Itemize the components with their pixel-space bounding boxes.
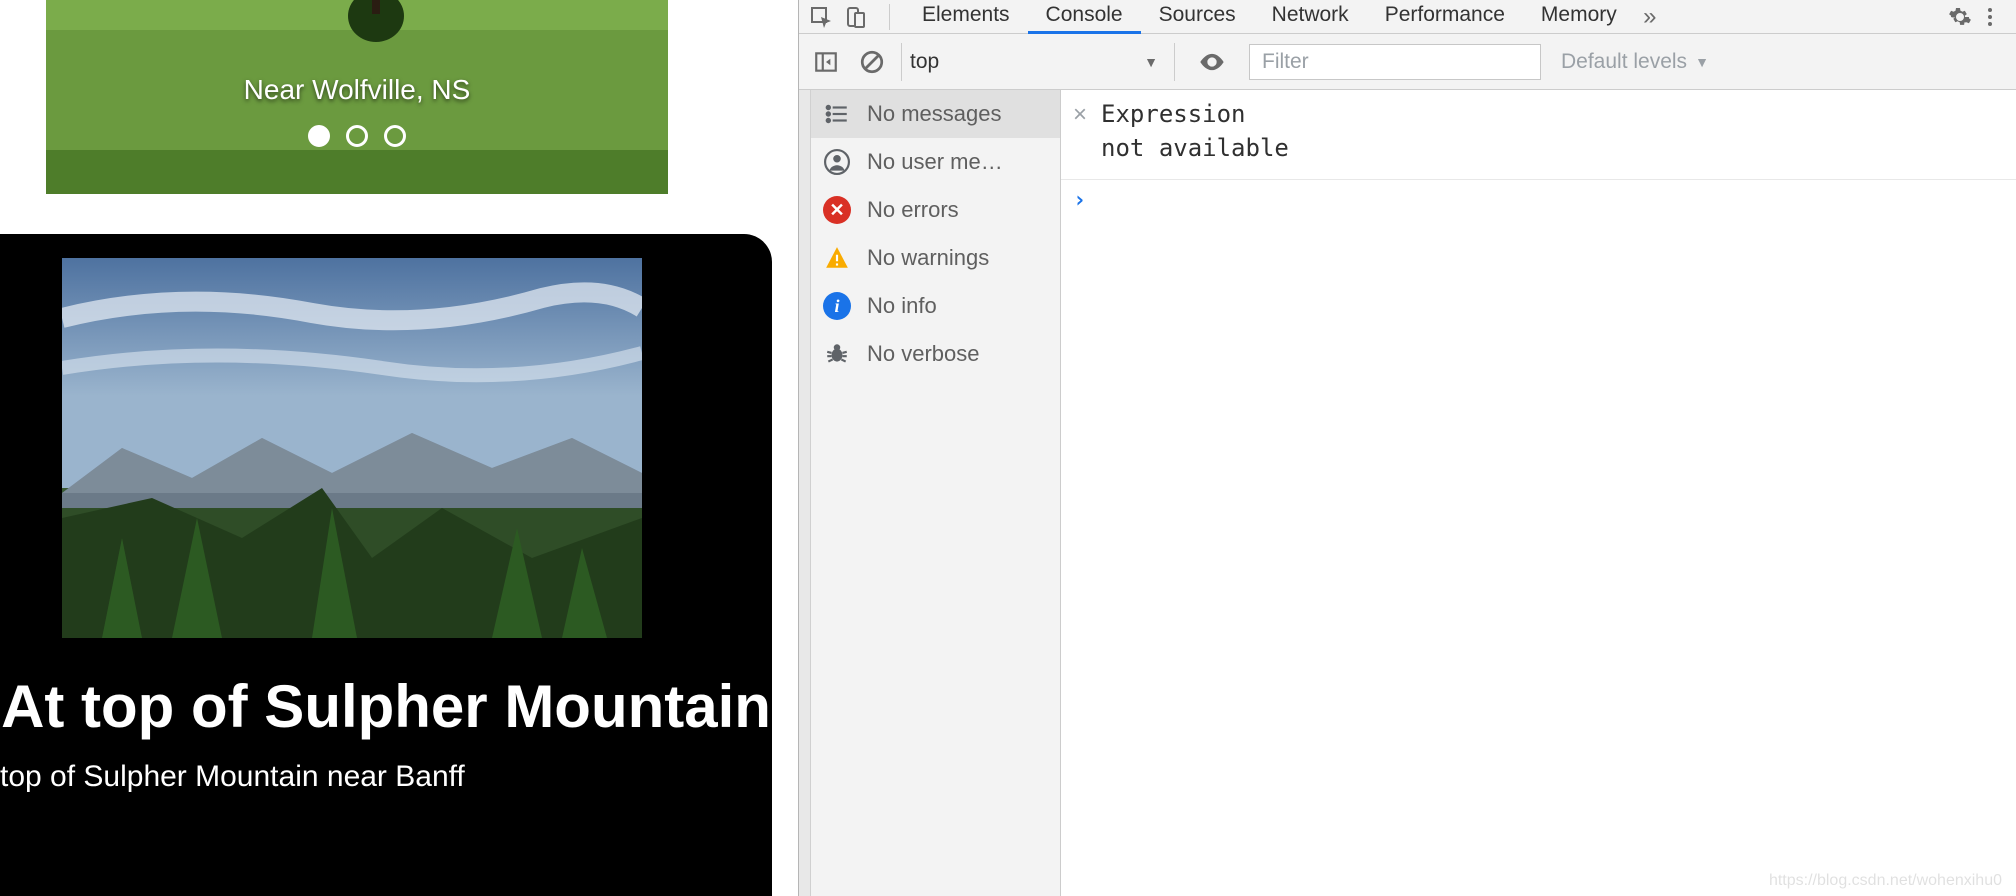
tab-memory[interactable]: Memory (1523, 0, 1635, 34)
live-expression-icon[interactable] (1195, 45, 1229, 79)
tab-console[interactable]: Console (1028, 0, 1141, 34)
tab-network[interactable]: Network (1254, 0, 1367, 34)
carousel-dot-3[interactable] (384, 125, 406, 147)
carousel-caption: Near Wolfville, NS (46, 74, 668, 106)
detail-card (0, 234, 772, 896)
tabs-overflow[interactable]: » (1635, 3, 1665, 31)
sidebar-item-verbose[interactable]: No verbose (811, 330, 1060, 378)
list-icon (823, 100, 851, 128)
console-toolbar: top ▼ Default levels ▼ (799, 34, 2016, 90)
close-icon[interactable]: × (1073, 98, 1087, 132)
tab-elements[interactable]: Elements (904, 0, 1028, 34)
carousel-dot-1[interactable] (308, 125, 330, 147)
webpage-preview: Near Wolfville, NS (0, 0, 798, 896)
card-image (62, 258, 642, 638)
user-icon (823, 148, 851, 176)
watermark: https://blog.csdn.net/wohenxihu0 (1769, 872, 2002, 890)
live-expression-row: × Expression not available (1061, 90, 2016, 180)
toggle-sidebar-icon[interactable] (809, 45, 843, 79)
context-selector[interactable]: top ▼ (901, 43, 1175, 81)
expression-line: not available (1101, 132, 1289, 166)
sidebar-item-user[interactable]: No user me… (811, 138, 1060, 186)
error-icon: ✕ (823, 196, 851, 224)
card-subtitle: top of Sulpher Mountain near Banff (0, 760, 772, 794)
expression-line: Expression (1101, 98, 1289, 132)
clear-console-icon[interactable] (855, 45, 889, 79)
warning-icon (823, 244, 851, 272)
sidebar-item-label: No messages (867, 101, 1002, 127)
sidebar-item-label: No warnings (867, 245, 989, 271)
log-levels-label: Default levels (1561, 50, 1687, 74)
sidebar-item-label: No errors (867, 197, 959, 223)
card-title: At top of Sulpher Mountain (0, 672, 772, 741)
log-levels-selector[interactable]: Default levels ▼ (1561, 50, 1709, 74)
scroll-track (799, 90, 811, 896)
device-toggle-icon[interactable] (841, 3, 869, 31)
filter-input[interactable] (1249, 44, 1541, 80)
tab-performance[interactable]: Performance (1367, 0, 1523, 34)
live-expression-text: Expression not available (1101, 98, 1289, 165)
sidebar-item-warnings[interactable]: No warnings (811, 234, 1060, 282)
context-label: top (910, 50, 939, 74)
chevron-down-icon: ▼ (1144, 54, 1158, 70)
sidebar-item-label: No info (867, 293, 937, 319)
chevron-down-icon: ▼ (1695, 54, 1709, 70)
info-icon: i (823, 292, 851, 320)
sidebar-item-errors[interactable]: ✕ No errors (811, 186, 1060, 234)
console-output: × Expression not available › https://blo… (1061, 90, 2016, 896)
prompt-chevron-icon: › (1073, 188, 1086, 213)
sidebar-item-info[interactable]: i No info (811, 282, 1060, 330)
console-sidebar: No messages No user me… ✕ No errors (811, 90, 1061, 896)
bug-icon (823, 340, 851, 368)
sidebar-item-label: No verbose (867, 341, 980, 367)
console-prompt[interactable]: › (1061, 180, 2016, 221)
settings-icon[interactable] (1948, 5, 1978, 29)
more-icon[interactable] (1978, 5, 2008, 29)
sidebar-item-messages[interactable]: No messages (811, 90, 1060, 138)
inspect-icon[interactable] (807, 3, 835, 31)
carousel-dots (46, 125, 668, 152)
tab-sources[interactable]: Sources (1141, 0, 1254, 34)
carousel-dot-2[interactable] (346, 125, 368, 147)
devtools-panel: Elements Console Sources Network Perform… (798, 0, 2016, 896)
sidebar-item-label: No user me… (867, 149, 1003, 175)
carousel[interactable]: Near Wolfville, NS (46, 0, 668, 194)
devtools-tabs: Elements Console Sources Network Perform… (799, 0, 2016, 34)
